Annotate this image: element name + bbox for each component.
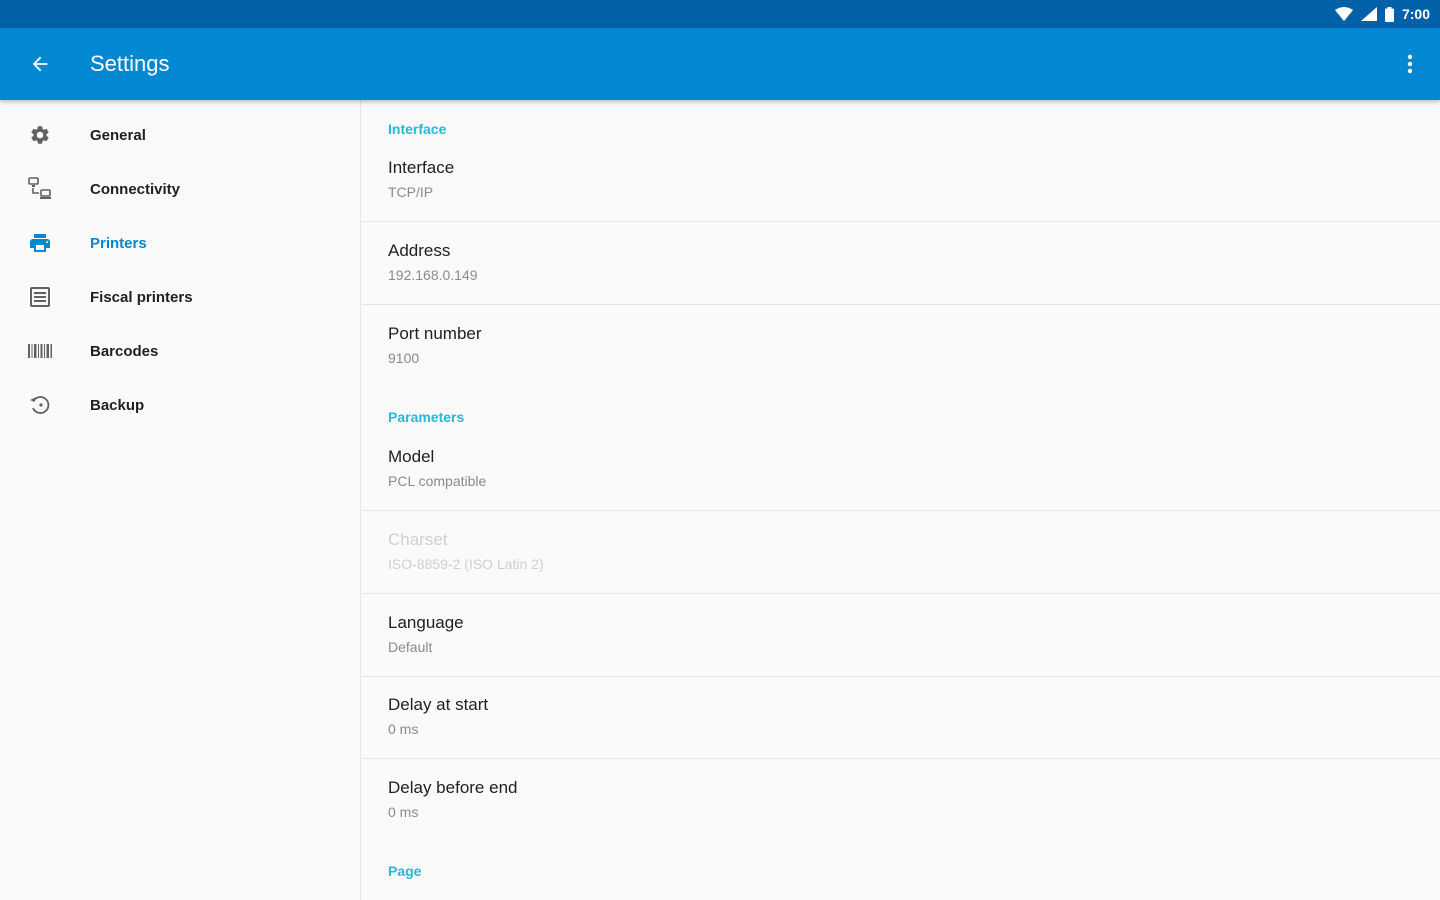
sidebar-item-label: Connectivity: [90, 181, 181, 198]
section-header-interface: Interface: [388, 121, 447, 137]
back-button[interactable]: [22, 46, 58, 82]
pref-summary: Default: [388, 639, 433, 655]
pref-title: Delay before end: [388, 778, 518, 797]
pref-title: Model: [388, 447, 435, 466]
sidebar-item-label: Fiscal printers: [90, 289, 193, 306]
pref-summary: 9100: [388, 350, 420, 366]
pref-summary: TCP/IP: [388, 184, 434, 200]
backup-restore-icon: [28, 393, 52, 417]
pref-delay-at-start[interactable]: Delay at start 0 ms: [362, 677, 1440, 759]
section-header-parameters: Parameters: [388, 409, 465, 425]
pref-title: Interface: [388, 158, 455, 177]
settings-content: Interface Interface TCP/IP Address 192.1…: [362, 100, 1440, 900]
sidebar-item-general[interactable]: General: [0, 108, 360, 162]
sidebar: General Connectivity Printers Fiscal pri…: [0, 100, 361, 900]
sidebar-item-label: Printers: [90, 235, 147, 252]
pref-title: Language: [388, 613, 464, 632]
sidebar-item-printers[interactable]: Printers: [0, 216, 360, 270]
sidebar-item-backup[interactable]: Backup: [0, 378, 360, 432]
pref-summary: 0 ms: [388, 721, 419, 737]
more-vertical-icon: [1407, 54, 1413, 74]
status-bar: 7:00: [0, 0, 1440, 28]
sidebar-item-barcodes[interactable]: Barcodes: [0, 324, 360, 378]
overflow-menu-button[interactable]: [1398, 46, 1422, 82]
pref-charset: Charset ISO-8859-2 (ISO Latin 2): [362, 512, 1440, 594]
arrow-back-icon: [32, 56, 48, 72]
gear-icon: [28, 123, 52, 147]
sidebar-item-fiscal-printers[interactable]: Fiscal printers: [0, 270, 360, 324]
pref-title: Port number: [388, 324, 482, 343]
pref-summary: 192.168.0.149: [388, 267, 478, 283]
pref-address[interactable]: Address 192.168.0.149: [362, 223, 1440, 305]
cell-signal-icon: [1360, 7, 1377, 21]
battery-icon: [1384, 6, 1394, 22]
pref-summary: PCL compatible: [388, 473, 487, 489]
sidebar-item-label: Barcodes: [90, 343, 159, 360]
pref-summary: 0 ms: [388, 804, 419, 820]
section-header-page: Page: [388, 863, 422, 879]
pref-title: Delay at start: [388, 695, 489, 714]
pref-title: Address: [388, 241, 451, 260]
wifi-icon: [1334, 7, 1353, 21]
sidebar-item-label: Backup: [90, 397, 145, 414]
fiscal-printer-icon: [28, 285, 52, 309]
connectivity-icon: [28, 177, 52, 201]
sidebar-item-connectivity[interactable]: Connectivity: [0, 162, 360, 216]
barcode-icon: [28, 339, 52, 363]
pref-delay-before-end[interactable]: Delay before end 0 ms: [362, 760, 1440, 842]
pref-summary: ISO-8859-2 (ISO Latin 2): [388, 556, 544, 572]
page-title: Settings: [90, 51, 170, 76]
printer-icon: [28, 231, 52, 255]
sidebar-item-label: General: [90, 127, 146, 144]
pref-title: Charset: [388, 530, 448, 549]
pref-language[interactable]: Language Default: [362, 595, 1440, 677]
pref-port-number[interactable]: Port number 9100: [362, 306, 1440, 388]
pref-model[interactable]: Model PCL compatible: [362, 429, 1440, 511]
pref-interface[interactable]: Interface TCP/IP: [362, 140, 1440, 222]
status-icons: 7:00: [1334, 5, 1430, 23]
status-time: 7:00: [1401, 6, 1430, 22]
app-bar: Settings: [0, 28, 1440, 100]
